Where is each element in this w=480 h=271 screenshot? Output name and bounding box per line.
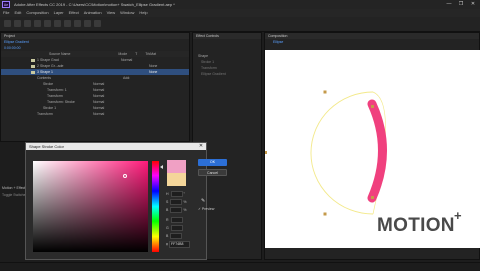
effect-item[interactable]: Ellipse Gradient xyxy=(193,71,261,77)
property-row[interactable]: Transform Normal xyxy=(1,111,189,117)
cancel-button[interactable]: Cancel xyxy=(198,169,227,176)
home-tool-icon[interactable] xyxy=(4,20,11,27)
handle[interactable] xyxy=(371,196,374,199)
close-icon[interactable]: ✕ xyxy=(468,1,478,8)
minimize-icon[interactable]: — xyxy=(444,1,454,8)
menu-effect[interactable]: Effect xyxy=(69,9,79,17)
type-tool-icon[interactable] xyxy=(94,20,101,27)
app-icon: Ae xyxy=(2,1,10,8)
comp-name[interactable]: Ellipse xyxy=(265,39,479,45)
close-icon[interactable]: ✕ xyxy=(198,143,204,150)
menu-animation[interactable]: Animation xyxy=(84,9,102,17)
pink-stroke[interactable] xyxy=(367,99,387,203)
new-color-swatch xyxy=(167,160,186,173)
title-bar: Ae Adobe After Effects CC 2019 - C:\User… xyxy=(0,0,480,9)
menu-file[interactable]: File xyxy=(3,9,9,17)
color-picker-dialog: Shape Stroke Color ✕ OK Cancel H ° S % B… xyxy=(25,142,227,260)
menu-help[interactable]: Help xyxy=(139,9,147,17)
pen-tool-icon[interactable] xyxy=(84,20,91,27)
motion-logo: MOTION xyxy=(377,215,455,236)
motion-logo-plus: + xyxy=(454,208,462,223)
dialog-title: Shape Stroke Color xyxy=(26,143,206,150)
menu-layer[interactable]: Layer xyxy=(54,9,64,17)
eyedropper-icon[interactable]: ✎ xyxy=(201,198,205,204)
handle[interactable] xyxy=(323,212,327,216)
footer-item[interactable]: Motion + Effect xyxy=(2,185,25,191)
menu-edit[interactable]: Edit xyxy=(14,9,21,17)
hue-slider[interactable] xyxy=(152,161,159,252)
handle[interactable] xyxy=(371,105,374,108)
selection-tool-icon[interactable] xyxy=(14,20,21,27)
ellipse-outline xyxy=(310,91,374,215)
blue-field[interactable]: B xyxy=(166,233,200,240)
g-field[interactable]: G xyxy=(166,225,200,232)
zoom-tool-icon[interactable] xyxy=(34,20,41,27)
col-t[interactable]: T xyxy=(135,51,137,57)
rotate-tool-icon[interactable] xyxy=(44,20,51,27)
saturation-brightness-field[interactable] xyxy=(33,161,148,252)
col-trkmat[interactable]: TrkMat xyxy=(145,51,156,57)
hue-marker-icon[interactable] xyxy=(160,165,163,169)
r-field[interactable]: R xyxy=(166,217,200,224)
menu-bar: File Edit Composition Layer Effect Anima… xyxy=(0,9,480,17)
handle[interactable] xyxy=(265,151,267,154)
ok-button[interactable]: OK xyxy=(198,159,227,166)
window-title: Adobe After Effects CC 2019 - C:\Users\C… xyxy=(14,2,175,7)
b-field[interactable]: B % xyxy=(166,207,200,214)
hand-tool-icon[interactable] xyxy=(24,20,31,27)
menu-view[interactable]: View xyxy=(107,9,116,17)
preview-checkbox[interactable]: ✓ Preview xyxy=(198,207,214,211)
original-color-swatch[interactable] xyxy=(167,173,186,186)
tab-effect-controls[interactable]: Effect Controls xyxy=(193,33,261,39)
color-cursor[interactable] xyxy=(123,174,127,178)
hex-field[interactable]: # FF74B8 xyxy=(166,241,190,248)
shape-tool-icon[interactable] xyxy=(74,20,81,27)
maximize-icon[interactable]: ❐ xyxy=(456,1,466,8)
timeline-panel: Project Ellipse Gradient 0:00:00:00 Sour… xyxy=(0,32,190,142)
menu-window[interactable]: Window xyxy=(120,9,134,17)
checkbox-icon[interactable]: ✓ xyxy=(198,207,201,211)
pan-tool-icon[interactable] xyxy=(64,20,71,27)
s-field[interactable]: S % xyxy=(166,199,200,206)
tools-toolbar xyxy=(0,17,480,32)
camera-tool-icon[interactable] xyxy=(54,20,61,27)
handle[interactable] xyxy=(323,90,327,94)
menu-composition[interactable]: Composition xyxy=(26,9,48,17)
h-field[interactable]: H ° xyxy=(166,191,200,198)
